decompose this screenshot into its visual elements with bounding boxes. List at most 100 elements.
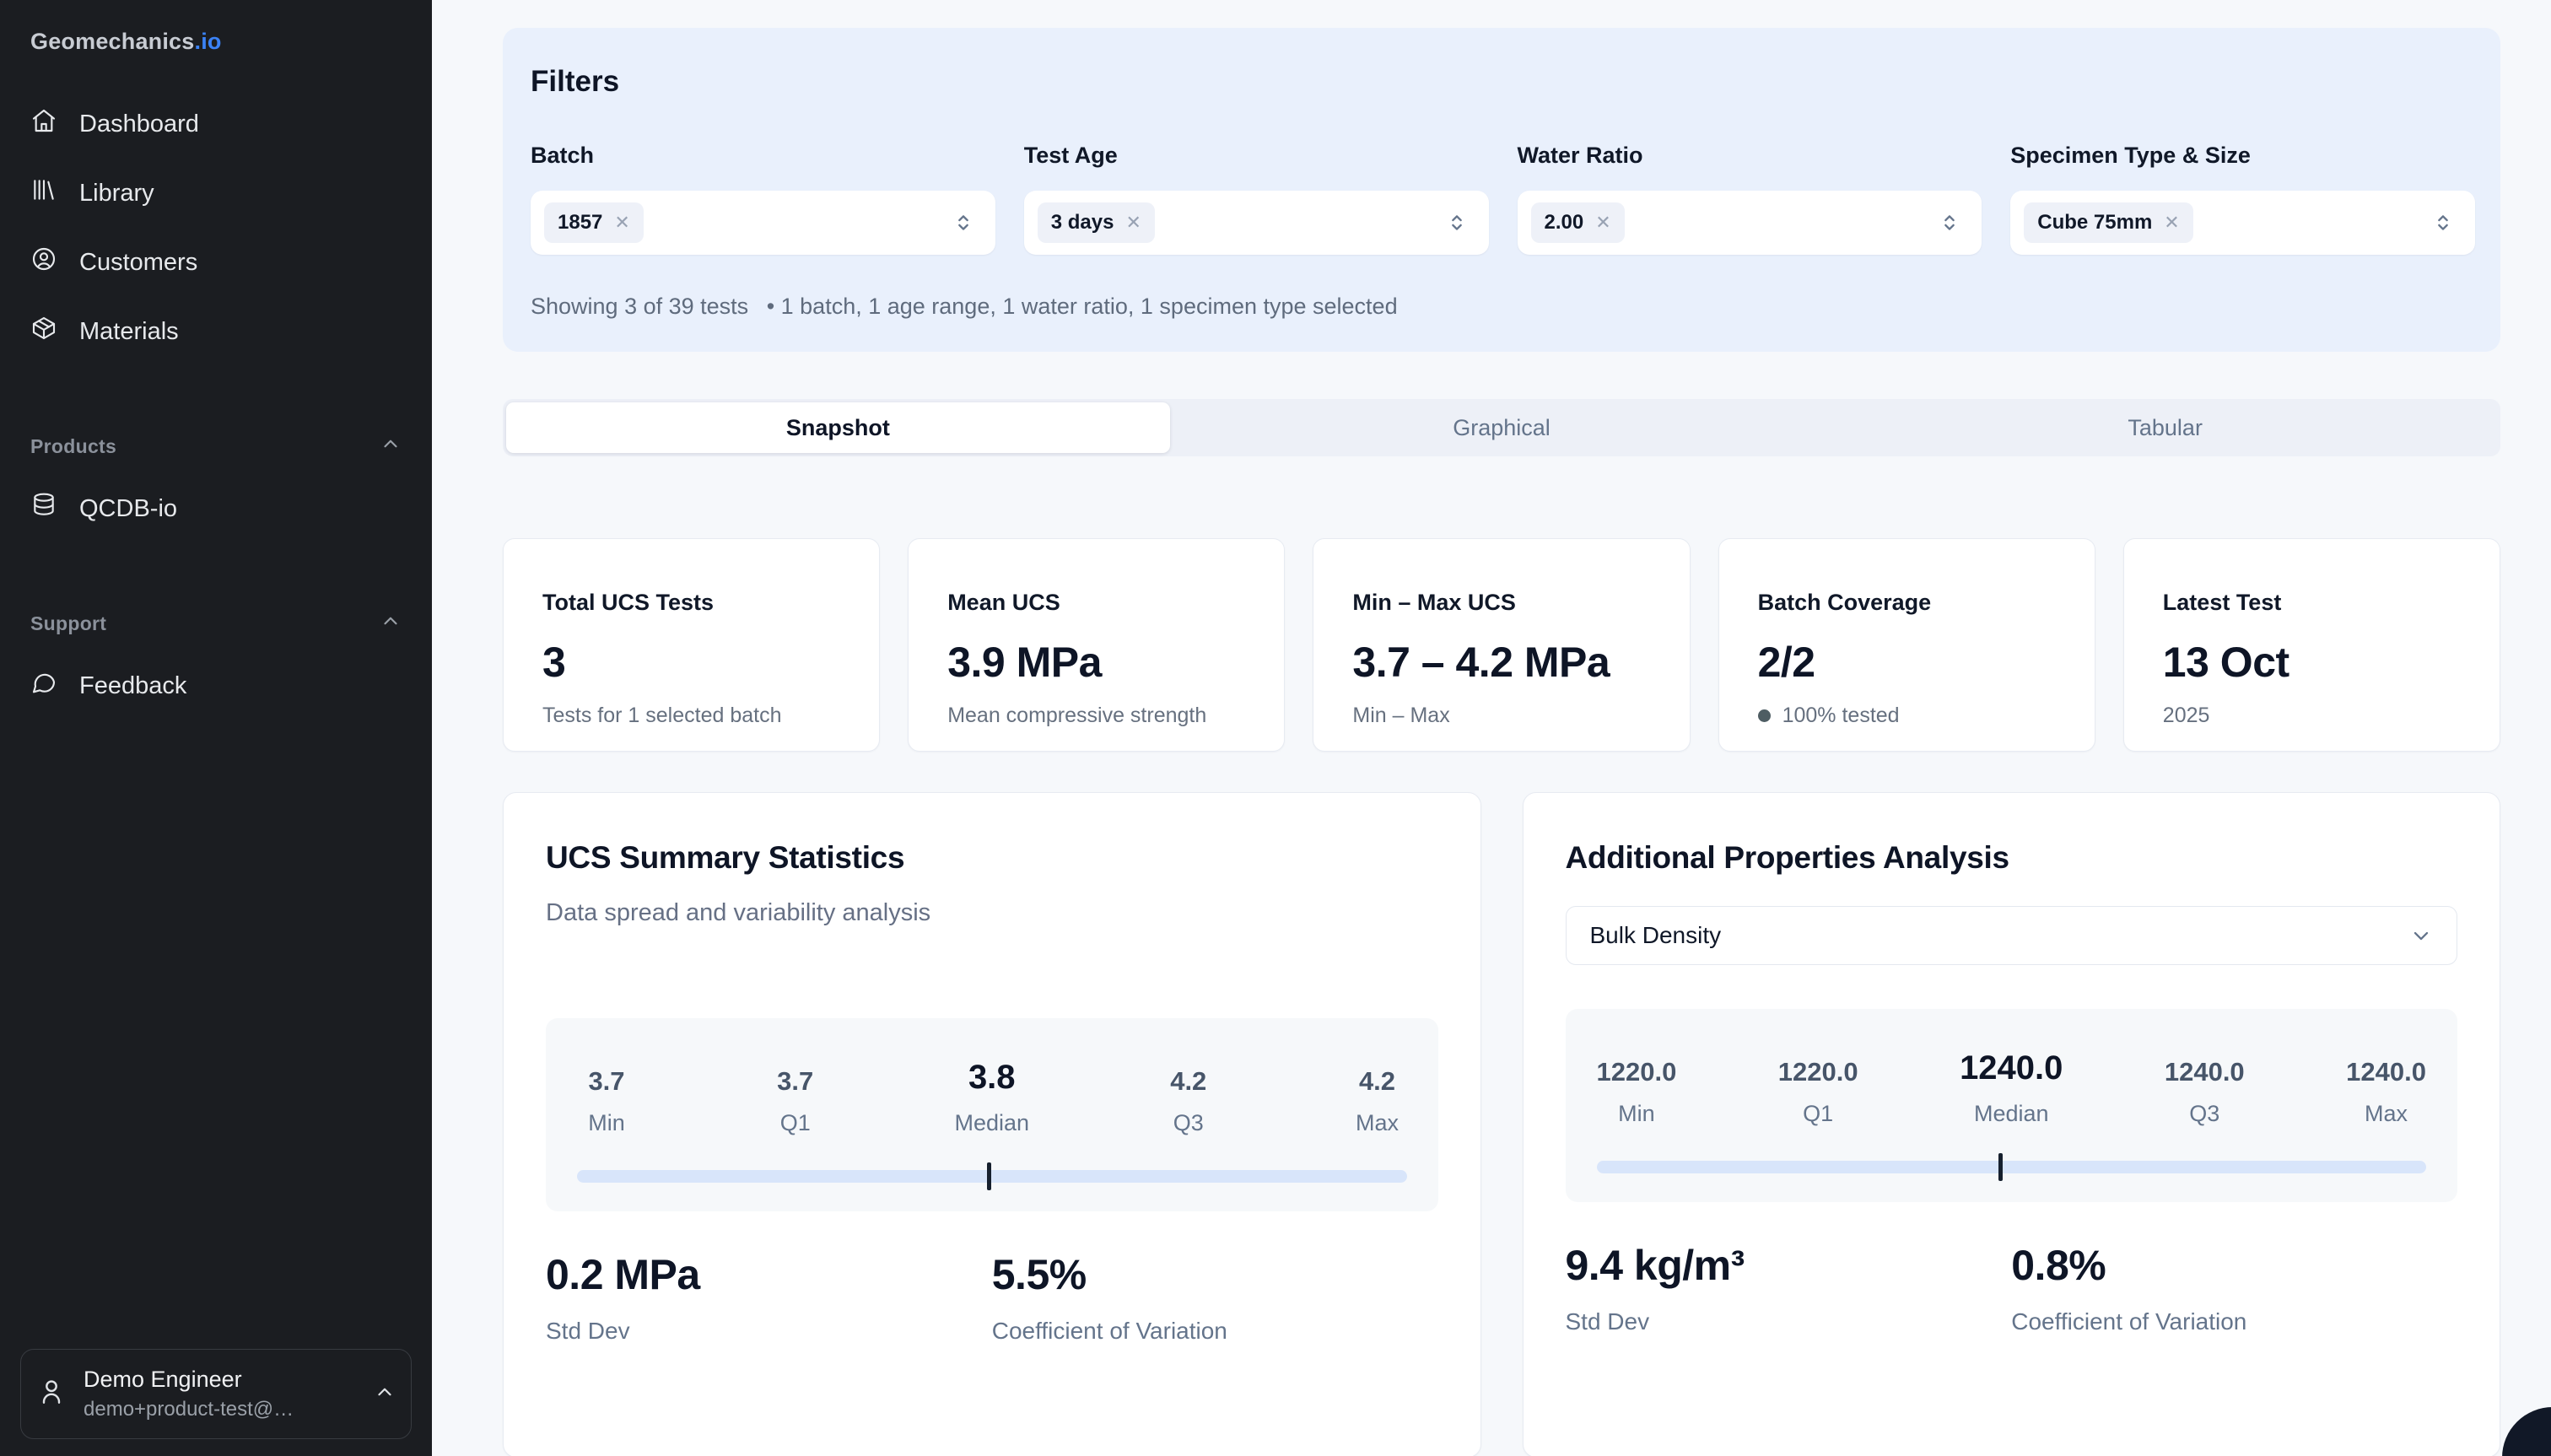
chevron-up-icon: [380, 433, 402, 460]
card-subtitle: Min – Max: [1352, 704, 1650, 728]
card-title: Batch Coverage: [1758, 590, 2056, 616]
filter-chip: Cube 75mm ✕: [2024, 202, 2192, 243]
additional-properties-panel: Additional Properties Analysis Bulk Dens…: [1523, 792, 2501, 1456]
chevrons-up-down-icon: [1938, 211, 1961, 235]
std-dev-metric: 0.2 MPa Std Dev: [546, 1250, 992, 1345]
dropdown-selected-value: Bulk Density: [1590, 922, 1722, 949]
card-value: 3.9 MPa: [947, 638, 1245, 687]
test-age-select[interactable]: 3 days ✕: [1024, 191, 1489, 255]
stat-card-batch-coverage: Batch Coverage 2/2 100% tested: [1718, 538, 2095, 752]
app-logo: Geomechanics.io: [20, 29, 412, 55]
analysis-panels: UCS Summary Statistics Data spread and v…: [503, 792, 2500, 1456]
user-menu[interactable]: Demo Engineer demo+product-test@…: [20, 1349, 412, 1439]
stat-label: Median: [954, 1110, 1029, 1136]
stat-value: 1220.0: [1597, 1057, 1677, 1087]
filter-label: Batch: [531, 143, 995, 169]
ucs-stats-strip: 3.7 Min 3.7 Q1 3.8 Median 4.2 Q3: [546, 1018, 1438, 1211]
tab-graphical[interactable]: Graphical: [1170, 402, 1834, 453]
chevron-up-icon: [374, 1381, 396, 1407]
stat-min: 1220.0 Min: [1597, 1057, 1677, 1127]
sidebar: Geomechanics.io Dashboard Library Custom…: [0, 0, 432, 1456]
chip-label: 1857: [558, 211, 602, 235]
chevrons-up-down-icon: [2431, 211, 2455, 235]
tab-snapshot[interactable]: Snapshot: [506, 402, 1170, 453]
filters-panel: Filters Batch 1857 ✕ Test Age 3 days: [503, 28, 2500, 352]
stat-min: 3.7 Min: [577, 1066, 636, 1136]
metric-value: 9.4 kg/m³: [1566, 1241, 2012, 1290]
stat-value: 4.2: [1159, 1066, 1218, 1097]
coverage-dot-icon: [1758, 709, 1771, 722]
ucs-summary-panel: UCS Summary Statistics Data spread and v…: [503, 792, 1481, 1456]
sidebar-item-label: Dashboard: [79, 111, 199, 138]
sidebar-item-label: QCDB-io: [79, 495, 177, 523]
filter-field-test-age: Test Age 3 days ✕: [1024, 143, 1489, 255]
ucs-metrics: 0.2 MPa Std Dev 5.5% Coefficient of Vari…: [546, 1250, 1438, 1345]
stat-label: Min: [577, 1110, 636, 1136]
results-count: Showing 3 of 39 tests: [531, 294, 748, 319]
median-tick: [1998, 1153, 2003, 1181]
batch-select[interactable]: 1857 ✕: [531, 191, 995, 255]
cov-metric: 5.5% Coefficient of Variation: [992, 1250, 1438, 1345]
sidebar-item-materials[interactable]: Materials: [20, 299, 412, 364]
sidebar-section-products[interactable]: Products: [20, 424, 412, 468]
stat-label: Median: [1960, 1101, 2063, 1127]
stats-row: 1220.0 Min 1220.0 Q1 1240.0 Median 1240.…: [1597, 1049, 2427, 1127]
database-icon: [30, 492, 57, 526]
stat-max: 1240.0 Max: [2346, 1057, 2426, 1127]
stat-median: 3.8 Median: [954, 1059, 1029, 1136]
sidebar-item-qcdb-io[interactable]: QCDB-io: [20, 477, 412, 541]
chip-remove-icon[interactable]: ✕: [614, 212, 629, 234]
stat-value: 3.7: [577, 1066, 636, 1097]
stat-label: Q1: [766, 1110, 825, 1136]
chip-remove-icon[interactable]: ✕: [1125, 212, 1141, 234]
stat-q1: 1220.0 Q1: [1778, 1057, 1858, 1127]
card-subtitle: Tests for 1 selected batch: [542, 704, 840, 728]
specimen-select[interactable]: Cube 75mm ✕: [2010, 191, 2475, 255]
user-email: demo+product-test@…: [84, 1398, 357, 1421]
card-value: 2/2: [1758, 638, 2056, 687]
card-value: 3: [542, 638, 840, 687]
sidebar-section-support[interactable]: Support: [20, 601, 412, 645]
section-label: Products: [30, 435, 116, 458]
chip-remove-icon[interactable]: ✕: [2164, 212, 2179, 234]
card-title: Mean UCS: [947, 590, 1245, 616]
stat-value: 3.8: [954, 1059, 1029, 1097]
stat-median: 1240.0 Median: [1960, 1049, 2063, 1127]
range-bar: [1597, 1161, 2427, 1173]
section-label: Support: [30, 612, 106, 635]
user-icon: [36, 1377, 67, 1411]
stat-cards: Total UCS Tests 3 Tests for 1 selected b…: [503, 538, 2500, 752]
user-meta: Demo Engineer demo+product-test@…: [84, 1367, 357, 1421]
filter-field-specimen: Specimen Type & Size Cube 75mm ✕: [2010, 143, 2475, 255]
metric-value: 0.8%: [2011, 1241, 2457, 1290]
water-ratio-select[interactable]: 2.00 ✕: [1518, 191, 1982, 255]
stat-label: Q1: [1778, 1101, 1858, 1127]
stat-card-min-max-ucs: Min – Max UCS 3.7 – 4.2 MPa Min – Max: [1313, 538, 1690, 752]
selection-detail: • 1 batch, 1 age range, 1 water ratio, 1…: [767, 294, 1398, 319]
card-subtitle: Mean compressive strength: [947, 704, 1245, 728]
card-value: 3.7 – 4.2 MPa: [1352, 638, 1650, 687]
filter-field-batch: Batch 1857 ✕: [531, 143, 995, 255]
sidebar-item-library[interactable]: Library: [20, 161, 412, 225]
chevrons-up-down-icon: [952, 211, 975, 235]
sidebar-item-dashboard[interactable]: Dashboard: [20, 92, 412, 156]
sidebar-item-label: Materials: [79, 318, 179, 346]
logo-brand: Geomechanics: [30, 29, 195, 54]
metric-value: 5.5%: [992, 1250, 1438, 1299]
main-content: Filters Batch 1857 ✕ Test Age 3 days: [432, 0, 2551, 1456]
property-dropdown[interactable]: Bulk Density: [1566, 906, 2458, 965]
chip-label: 2.00: [1545, 211, 1584, 235]
stat-value: 1240.0: [2346, 1057, 2426, 1087]
sidebar-item-feedback[interactable]: Feedback: [20, 654, 412, 718]
chip-remove-icon[interactable]: ✕: [1595, 212, 1610, 234]
metric-value: 0.2 MPa: [546, 1250, 992, 1299]
home-icon: [30, 107, 57, 141]
stat-label: Q3: [1159, 1110, 1218, 1136]
chat-widget-button[interactable]: [2502, 1407, 2551, 1456]
sidebar-item-label: Feedback: [79, 672, 186, 700]
sidebar-item-customers[interactable]: Customers: [20, 230, 412, 294]
chevrons-up-down-icon: [1445, 211, 1469, 235]
filter-label: Test Age: [1024, 143, 1489, 169]
filter-fields: Batch 1857 ✕ Test Age 3 days ✕: [531, 143, 2475, 255]
tab-tabular[interactable]: Tabular: [1833, 402, 2497, 453]
